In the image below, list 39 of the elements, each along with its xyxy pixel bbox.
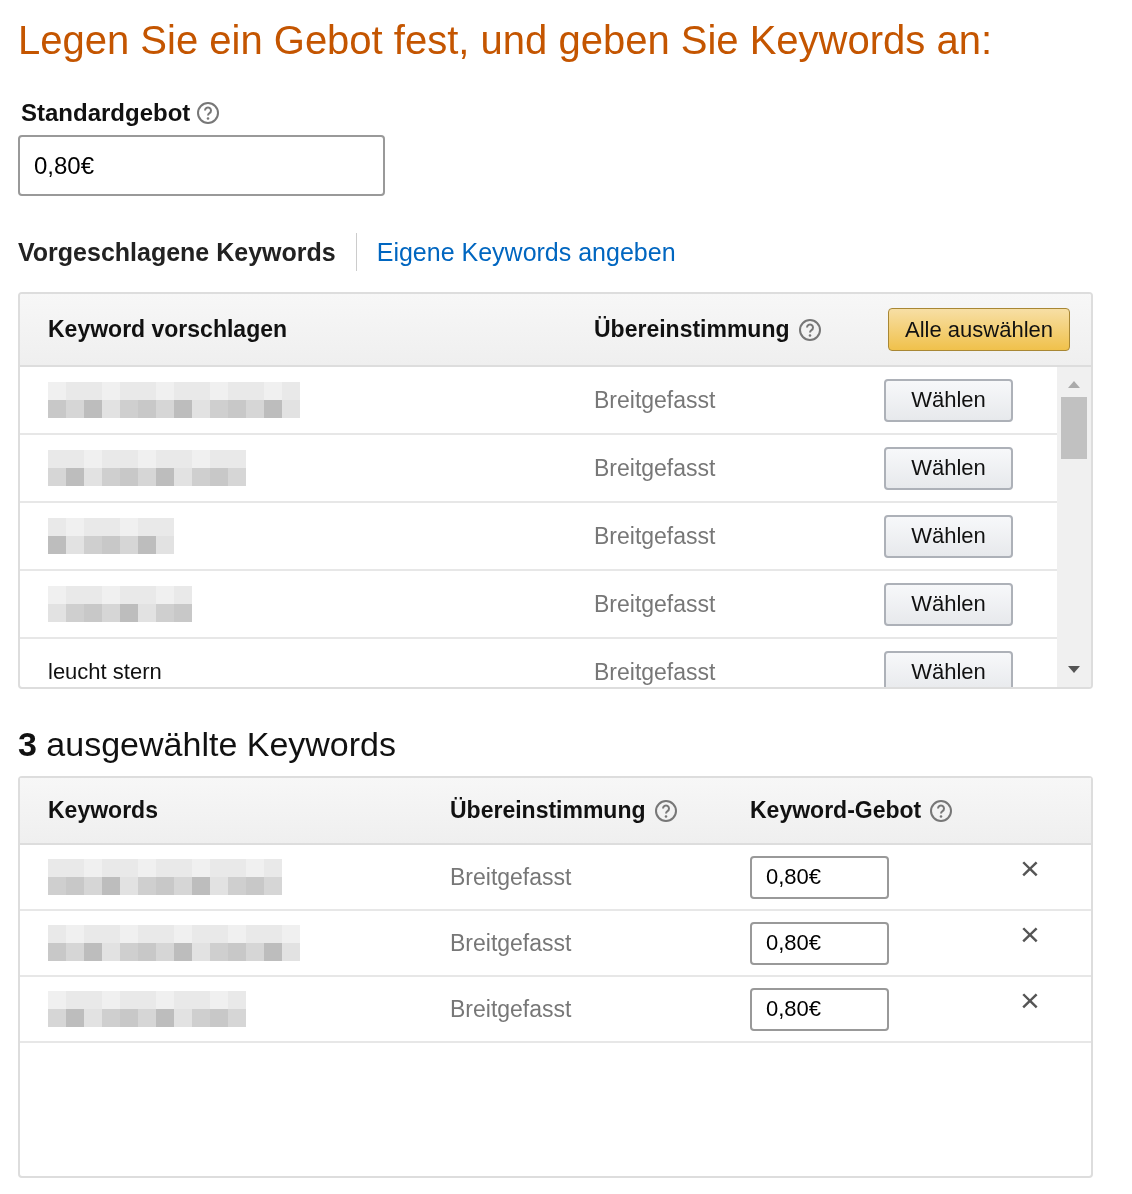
match-type-text: Breitgefasst (594, 590, 717, 618)
help-icon[interactable] (929, 798, 954, 823)
scroll-down-icon[interactable] (1067, 665, 1081, 675)
choose-button[interactable]: Wählen (884, 650, 1013, 687)
choose-button[interactable]: Wählen (884, 378, 1013, 422)
select-all-button[interactable]: Alle auswählen (888, 308, 1070, 351)
help-icon[interactable] (653, 798, 678, 823)
remove-button[interactable]: × (1020, 849, 1040, 888)
remove-button[interactable]: × (1020, 915, 1040, 954)
keyword-tab[interactable]: Eigene Keywords angeben (376, 237, 676, 267)
choose-button[interactable]: Wählen (884, 446, 1013, 490)
scrollbar-thumb[interactable] (1061, 397, 1087, 459)
keyword-bid-field[interactable]: 0,80€ (750, 921, 889, 965)
choose-button[interactable]: Wählen (884, 582, 1013, 626)
match-type-text: Breitgefasst (450, 863, 573, 891)
page-heading: Legen Sie ein Gebot fest, und geben Sie Keywords an: (18, 17, 993, 63)
match-type-text: Breitgefasst (594, 658, 717, 686)
column-header: Keyword-Gebot (750, 797, 922, 824)
match-type-text: Breitgefasst (450, 929, 573, 957)
scrollbar[interactable] (1057, 367, 1091, 687)
help-icon[interactable] (797, 317, 822, 342)
keyword-tab[interactable]: Vorgeschlagene Keywords (18, 237, 336, 267)
match-type-text: Breitgefasst (594, 454, 717, 482)
selected-keywords-title: 3 ausgewählte Keywords (18, 725, 397, 764)
default-bid-field[interactable]: 0,80€ (18, 135, 385, 196)
match-type-text: Breitgefasst (594, 386, 717, 414)
column-header: Keyword vorschlagen (48, 316, 289, 343)
keyword-text: leucht stern (48, 659, 162, 684)
help-icon[interactable] (196, 101, 221, 125)
keyword-bid-field[interactable]: 0,80€ (750, 987, 889, 1031)
column-header: Übereinstimmung (594, 316, 790, 343)
default-bid-label: Standardgebot (21, 99, 191, 127)
remove-button[interactable]: × (1020, 981, 1040, 1020)
column-header: Übereinstimmung (450, 797, 646, 824)
column-header: Keywords (48, 797, 159, 824)
choose-button[interactable]: Wählen (884, 514, 1013, 558)
keyword-bid-field[interactable]: 0,80€ (750, 855, 889, 899)
match-type-text: Breitgefasst (450, 995, 573, 1023)
match-type-text: Breitgefasst (594, 522, 717, 550)
